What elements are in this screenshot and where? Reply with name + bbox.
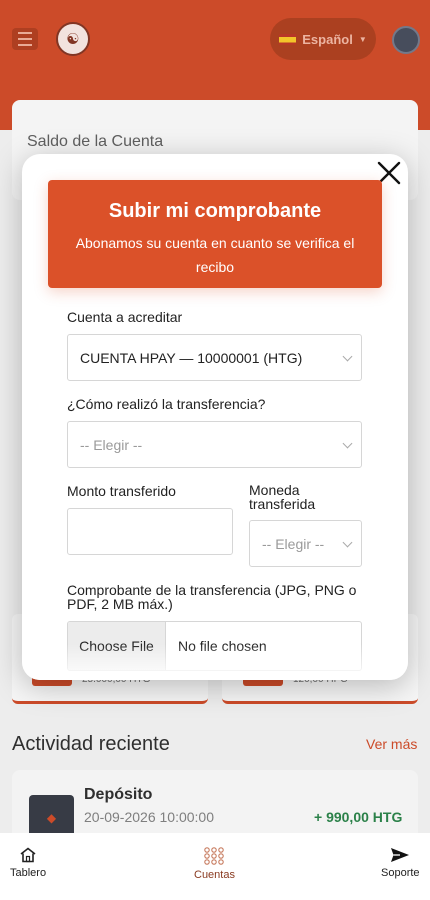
choose-file-button[interactable]: Choose File	[68, 622, 166, 670]
grid-icon	[204, 847, 225, 865]
nav-soporte[interactable]: Soporte	[381, 847, 420, 879]
chevron-down-icon	[342, 537, 353, 547]
modal-subtitle: Abonamos su cuenta en cuanto se verifica…	[75, 235, 355, 275]
method-select-value: -- Elegir --	[80, 436, 143, 453]
account-select-value: CUENTA HPAY — 10000001 (HTG)	[80, 349, 303, 366]
receipt-file-input[interactable]: Choose File No file chosen	[67, 621, 362, 671]
account-select[interactable]: CUENTA HPAY — 10000001 (HTG)	[67, 334, 362, 381]
modal-header: Subir mi comprobante Abonamos su cuenta …	[48, 180, 382, 288]
send-icon	[391, 848, 410, 862]
amount-input[interactable]	[67, 508, 233, 555]
amount-label: Monto transferido	[67, 483, 176, 499]
chevron-down-icon	[342, 351, 353, 361]
method-select[interactable]: -- Elegir --	[67, 421, 362, 468]
account-label: Cuenta a acreditar	[67, 309, 183, 325]
chevron-down-icon	[342, 438, 353, 448]
nav-label: Cuentas	[194, 869, 235, 881]
nav-cuentas[interactable]: Cuentas	[194, 847, 235, 881]
home-icon	[20, 847, 36, 863]
method-label: ¿Cómo realizó la transferencia?	[67, 396, 266, 412]
currency-label: Moneda transferida	[249, 482, 316, 512]
bottom-nav: Tablero Cuentas Soporte	[0, 833, 430, 900]
nav-tablero[interactable]: Tablero	[10, 847, 46, 879]
nav-label: Soporte	[381, 867, 420, 879]
nav-label: Tablero	[10, 867, 47, 879]
modal-title: Subir mi comprobante	[108, 200, 322, 222]
upload-receipt-modal: Subir mi comprobante Abonamos su cuenta …	[22, 154, 408, 680]
currency-select[interactable]: -- Elegir --	[249, 520, 362, 567]
currency-select-value: -- Elegir --	[262, 535, 325, 552]
receipt-label: Comprobante de la transferencia (JPG, PN…	[67, 582, 357, 612]
file-status: No file chosen	[178, 638, 267, 654]
